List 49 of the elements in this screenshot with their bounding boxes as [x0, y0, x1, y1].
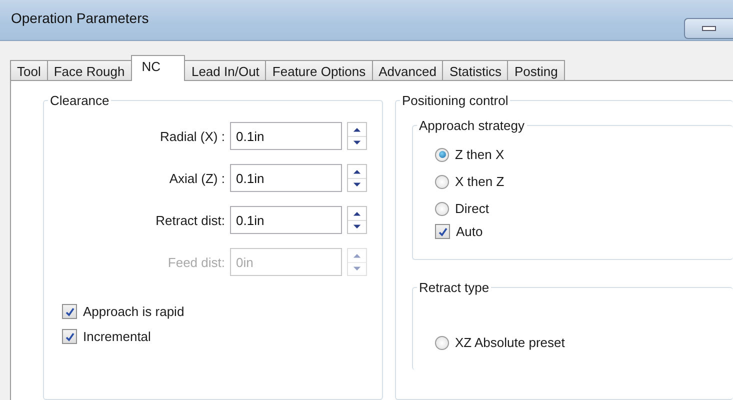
- spinner[interactable]: [347, 122, 367, 150]
- group-title: Positioning control: [401, 93, 510, 108]
- radio-option[interactable]: Z then X: [435, 147, 733, 162]
- radio-option[interactable]: XZ Absolute preset: [435, 335, 733, 350]
- checkbox-option[interactable]: Incremental: [62, 329, 382, 344]
- group-title: Approach strategy: [418, 118, 526, 133]
- check-icon: [64, 306, 74, 316]
- checkbox[interactable]: [62, 304, 77, 319]
- tab[interactable]: NC: [130, 55, 186, 81]
- spinner[interactable]: [347, 164, 367, 192]
- tab[interactable]: Face Rough: [46, 60, 132, 81]
- tab[interactable]: Tool: [10, 60, 48, 81]
- group-title: Clearance: [49, 93, 110, 108]
- input-field[interactable]: 0.1in: [230, 206, 342, 234]
- radio-label: X then Z: [455, 174, 504, 189]
- field-label: Retract dist:: [154, 212, 225, 228]
- radio-label: Z then X: [455, 147, 504, 162]
- tab[interactable]: Lead In/Out: [184, 60, 266, 81]
- radio-button[interactable]: [435, 174, 449, 188]
- checkbox-option[interactable]: Auto: [435, 224, 733, 239]
- input-field[interactable]: 0.1in: [230, 122, 342, 150]
- field-label: Axial (Z) :: [168, 170, 225, 186]
- radio-button[interactable]: [435, 148, 449, 162]
- tab[interactable]: Posting: [507, 60, 565, 81]
- group-title: Retract type: [418, 280, 490, 295]
- checkbox-option[interactable]: Approach is rapid: [62, 304, 382, 319]
- field-label: Feed dist:: [166, 254, 225, 270]
- radio-option[interactable]: X then Z: [435, 174, 733, 189]
- radio-label: Direct: [455, 201, 489, 216]
- tab[interactable]: Feature Options: [265, 60, 373, 81]
- check-icon: [438, 226, 448, 236]
- checkbox-label: Auto: [456, 224, 483, 239]
- radio-option[interactable]: Direct: [435, 201, 733, 216]
- window-title: Operation Parameters: [11, 10, 149, 26]
- check-icon: [64, 332, 74, 342]
- tab[interactable]: Advanced: [372, 60, 444, 81]
- radio-button[interactable]: [435, 336, 449, 350]
- checkbox-label: Incremental: [83, 329, 151, 344]
- input-field[interactable]: 0.1in: [230, 164, 342, 192]
- spinner[interactable]: [347, 206, 367, 234]
- checkbox-label: Approach is rapid: [83, 304, 184, 319]
- radio-button[interactable]: [435, 202, 449, 216]
- field-label: Radial (X) :: [158, 128, 225, 144]
- checkbox[interactable]: [435, 224, 450, 239]
- radio-label: XZ Absolute preset: [455, 335, 565, 350]
- checkbox[interactable]: [62, 329, 77, 344]
- minimize-icon: [702, 26, 716, 31]
- tab[interactable]: Statistics: [442, 60, 508, 81]
- minimize-button[interactable]: [684, 18, 733, 39]
